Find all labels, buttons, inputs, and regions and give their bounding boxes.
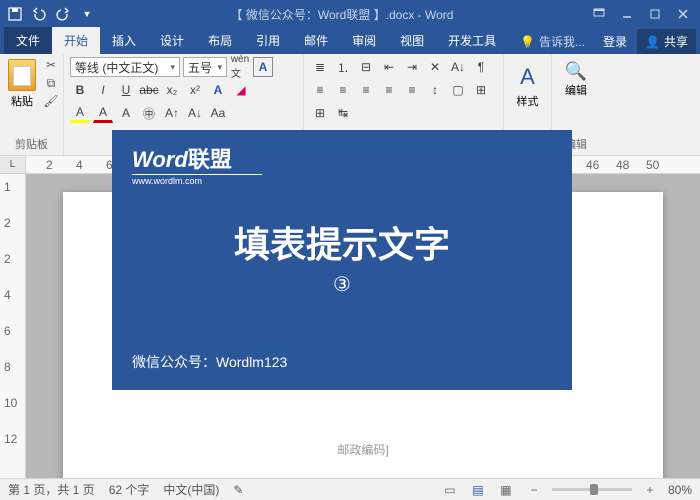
paste-button[interactable]: 粘贴 [6,57,38,111]
superscript-icon[interactable]: x² [185,80,205,100]
underline-icon[interactable]: U [116,80,136,100]
zoom-level[interactable]: 80% [668,483,692,497]
char-shading-icon[interactable]: A [116,103,136,123]
decrease-indent-icon[interactable]: ⇤ [379,57,399,77]
highlight-icon[interactable]: A [70,103,90,123]
web-layout-icon[interactable]: ▦ [496,482,516,498]
grow-font-icon[interactable]: A↑ [162,103,182,123]
styles-icon: A [512,61,544,93]
vertical-ruler[interactable]: 1224681012 [0,174,26,480]
distribute-icon[interactable]: ≡ [402,80,422,100]
tab-home[interactable]: 开始 [52,27,100,54]
zoom-out-icon[interactable]: − [524,482,544,498]
chevron-down-icon: ▾ [170,62,175,73]
form-field: 邮政编码] [113,441,613,458]
subscript-icon[interactable]: x₂ [162,80,182,100]
bulb-icon: 💡 [520,35,535,49]
cut-icon[interactable]: ✂ [42,57,60,73]
enclose-char-icon[interactable]: ㊥ [139,103,159,123]
italic-icon[interactable]: I [93,80,113,100]
window-title: 【 微信公众号：Word联盟 】.docx - Word [98,6,586,23]
tab-dev[interactable]: 开发工具 [436,27,508,54]
overlay-title: 填表提示文字 [132,216,552,268]
styles-button[interactable]: A 样式 [510,57,545,113]
overlay-number: ③ [132,272,552,297]
login-button[interactable]: 登录 [593,33,637,50]
minimize-icon[interactable] [614,3,640,25]
close-icon[interactable] [670,3,696,25]
multilevel-icon[interactable]: ⊟ [356,57,376,77]
change-case-icon[interactable]: Aa [208,103,228,123]
tabs-icon[interactable]: ↹ [333,103,353,123]
tab-insert[interactable]: 插入 [100,27,148,54]
paste-icon [8,59,36,91]
phonetic-guide-icon[interactable]: wén文 [230,57,250,77]
status-words[interactable]: 62 个字 [109,481,150,498]
justify-icon[interactable]: ≡ [379,80,399,100]
bold-icon[interactable]: B [70,80,90,100]
format-painter-icon[interactable]: 🖌 [42,93,60,109]
numbering-icon[interactable]: ⒈ [333,57,353,77]
zoom-slider[interactable] [552,488,632,491]
logo-text: Word联盟 [132,142,232,174]
borders-icon[interactable]: ⊞ [471,80,491,100]
tab-references[interactable]: 引用 [244,27,292,54]
edit-button[interactable]: 🔍 编辑 [558,57,594,102]
status-page[interactable]: 第 1 页，共 1 页 [8,481,95,498]
undo-icon[interactable] [28,3,50,25]
tab-view[interactable]: 视图 [388,27,436,54]
save-icon[interactable] [4,3,26,25]
strike-icon[interactable]: abc [139,80,159,100]
splash-overlay: Word联盟 www.wordlm.com 填表提示文字 ③ 微信公众号：Wor… [112,130,572,390]
align-center-icon[interactable]: ≡ [333,80,353,100]
ribbon-options-icon[interactable] [586,3,612,25]
font-size-combo[interactable]: 五号▾ [183,57,227,77]
tell-me[interactable]: 💡告诉我... [512,33,593,50]
tab-mail[interactable]: 邮件 [292,27,340,54]
align-right-icon[interactable]: ≡ [356,80,376,100]
font-name-combo[interactable]: 等线 (中文正文)▾ [70,57,180,77]
align-left-icon[interactable]: ≡ [310,80,330,100]
tab-design[interactable]: 设计 [148,27,196,54]
shrink-font-icon[interactable]: A↓ [185,103,205,123]
overlay-footer: 微信公众号：Wordlm123 [132,352,287,372]
tab-file[interactable]: 文件 [4,27,52,54]
read-mode-icon[interactable]: ▭ [440,482,460,498]
tab-review[interactable]: 审阅 [340,27,388,54]
font-color-icon[interactable]: A [93,103,113,123]
find-icon: 🔍 [565,61,587,82]
share-icon: 👤 [645,35,660,49]
maximize-icon[interactable] [642,3,668,25]
char-border-icon[interactable]: A [253,57,273,77]
zoom-in-icon[interactable]: + [640,482,660,498]
tab-layout[interactable]: 布局 [196,27,244,54]
clipboard-label: 剪贴板 [6,134,57,152]
status-lang[interactable]: 中文(中国) [163,481,219,498]
asian-layout-icon[interactable]: ✕ [425,57,445,77]
status-insert-icon[interactable]: ✎ [233,483,243,497]
shading-icon[interactable]: ▢ [448,80,468,100]
clear-format-icon[interactable]: ◢ [231,80,251,100]
logo-url: www.wordlm.com [132,174,262,186]
qat-customize-icon[interactable]: ▼ [76,3,98,25]
chevron-down-icon: ▾ [217,62,222,73]
tab-selector[interactable]: L [0,156,26,173]
increase-indent-icon[interactable]: ⇥ [402,57,422,77]
copy-icon[interactable]: ⧉ [42,75,60,91]
print-layout-icon[interactable]: ▤ [468,482,488,498]
share-button[interactable]: 👤共享 [637,29,696,54]
text-effects-icon[interactable]: A [208,80,228,100]
bullets-icon[interactable]: ≣ [310,57,330,77]
snap-grid-icon[interactable]: ⊞ [310,103,330,123]
sort-icon[interactable]: A↓ [448,57,468,77]
redo-icon[interactable] [52,3,74,25]
show-marks-icon[interactable]: ¶ [471,57,491,77]
line-spacing-icon[interactable]: ↕ [425,80,445,100]
